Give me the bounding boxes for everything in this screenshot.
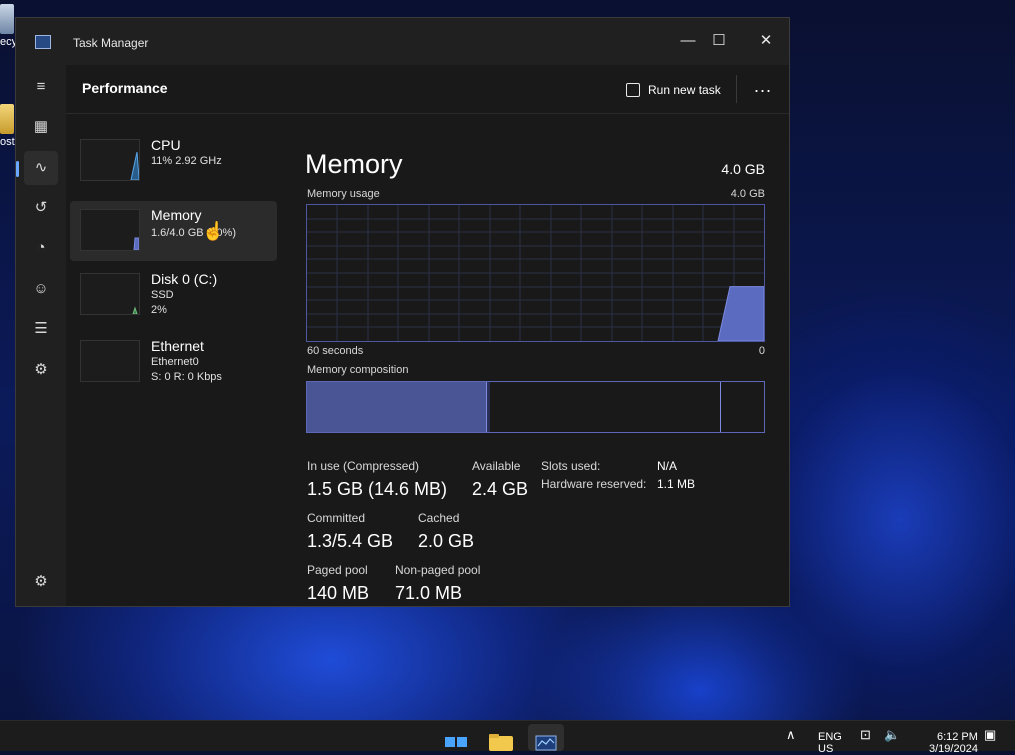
detail-title: Memory [305,149,403,179]
device-detail-secondary: 2% [151,304,167,316]
performance-icon[interactable]: ∿ [24,151,58,185]
device-name: Ethernet [151,338,204,354]
graph-time-start-label: 60 seconds [307,345,364,357]
notification-icon[interactable]: ▣ [984,727,996,743]
non-paged-pool-value: 71.0 MB [395,583,463,603]
windows-logo-icon [445,737,467,747]
device-item-ethernet[interactable]: Ethernet Ethernet0 S: 0 R: 0 Kbps [70,332,277,392]
locale-label: US [818,743,834,755]
paged-pool-label: Paged pool [307,563,368,577]
memory-composition-label: Memory composition [307,364,409,376]
date-label: 3/19/2024 [929,743,978,755]
folder-icon [0,104,14,134]
task-manager-icon [535,735,557,751]
cached-value: 2.0 GB [418,531,475,551]
hamburger-menu-icon[interactable]: ≡ [24,70,58,104]
desktop-icon-label: ost [0,136,15,148]
device-detail: Ethernet0 [151,356,199,368]
details-icon[interactable]: ☰ [24,312,58,346]
window-title: Task Manager [73,36,149,50]
language-label: ENG [818,731,842,743]
device-name: Disk 0 (C:) [151,271,218,287]
main-content: Performance Run new task ... CPU 11% 2.9… [66,65,789,606]
paged-pool-value: 140 MB [307,583,370,603]
run-new-task-button[interactable]: Run new task [626,79,721,101]
title-bar[interactable]: Task Manager — ☐ ✕ [16,18,789,65]
device-name: CPU [151,137,181,153]
more-options-button[interactable]: ... [748,77,778,101]
file-explorer-button[interactable] [483,724,519,751]
page-title: Performance [82,80,168,96]
nav-selection-indicator [16,161,19,177]
taskbar: ∧ ENG US ⊡ 🔈 6:12 PM 3/19/2024 ▣ [0,720,1015,755]
hardware-reserved-value: 1.1 MB [657,477,696,491]
maximize-button[interactable]: ☐ [704,26,734,56]
device-detail: SSD [151,289,174,301]
desktop-icon-label: ecy [0,36,16,48]
close-button[interactable]: ✕ [751,26,781,56]
app-history-icon[interactable]: ↺ [24,191,58,225]
minimize-button[interactable]: — [673,26,703,56]
device-detail: 11% 2.92 GHz [151,155,222,167]
cpu-thumbnail-graph [80,139,140,181]
available-value: 2.4 GB [472,479,529,499]
time-label: 6:12 PM [936,731,978,743]
start-button[interactable] [438,724,474,751]
committed-value: 1.3/5.4 GB [307,531,394,551]
memory-usage-max: 4.0 GB [730,188,765,200]
task-manager-taskbar-button[interactable] [528,724,564,751]
detail-total-capacity: 4.0 GB [721,161,765,177]
committed-label: Committed [307,511,366,525]
show-hidden-icons-button[interactable]: ∧ [786,727,796,743]
settings-icon[interactable]: ⚙ [24,565,58,599]
slots-used-label: Slots used: [541,459,601,473]
device-item-cpu[interactable]: CPU 11% 2.92 GHz [70,131,277,191]
memory-usage-graph [306,204,765,342]
composition-standby-divider [720,382,721,432]
in-use-label: In use (Compressed) [307,459,420,473]
clock[interactable]: 6:12 PM 3/19/2024 [929,731,978,755]
composition-modified-segment [486,382,490,432]
hardware-reserved-label: Hardware reserved: [541,477,647,491]
memory-thumbnail-graph [80,209,140,251]
navigation-rail: ≡ ▦ ∿ ↺ ◔ ☺ ☰ ⚙ ⚙ [16,65,66,606]
recycle-bin-icon [0,4,14,34]
composition-in-use-segment [307,382,490,432]
run-task-icon [626,83,640,97]
cached-label: Cached [418,511,460,525]
task-manager-app-icon [35,35,51,49]
network-icon[interactable]: ⊡ [860,727,871,743]
volume-icon[interactable]: 🔈 [884,727,900,743]
in-use-value: 1.5 GB (14.6 MB) [307,479,448,499]
ethernet-thumbnail-graph [80,340,140,382]
disk-thumbnail-graph [80,273,140,315]
users-icon[interactable]: ☺ [24,272,58,306]
startup-apps-icon[interactable]: ◔ [24,231,58,265]
task-manager-window: Task Manager — ☐ ✕ ≡ ▦ ∿ ↺ ◔ ☺ ☰ ⚙ ⚙ Per… [16,18,789,606]
available-label: Available [472,459,521,473]
device-detail-secondary: S: 0 R: 0 Kbps [151,371,222,383]
folder-icon [489,734,513,751]
language-indicator[interactable]: ENG US [818,731,842,755]
memory-composition-bar [306,381,765,433]
non-paged-pool-label: Non-paged pool [395,563,481,577]
command-bar: Performance Run new task ... [66,65,789,114]
command-divider [736,75,737,103]
desktop-icon-recycle-bin[interactable]: ecy [0,4,16,48]
services-icon[interactable]: ⚙ [24,353,58,387]
desktop-icon-folder[interactable]: ost [0,104,15,148]
memory-usage-area [717,286,764,341]
device-item-memory[interactable]: Memory 1.6/4.0 GB (40%) ☝ [70,201,277,261]
processes-icon[interactable]: ▦ [24,110,58,144]
device-name: Memory [151,207,202,223]
device-item-disk[interactable]: Disk 0 (C:) SSD 2% [70,265,277,325]
memory-usage-label: Memory usage [307,188,380,200]
hand-cursor-icon: ☝ [202,221,225,241]
graph-time-end-label: 0 [758,345,765,357]
run-new-task-label: Run new task [648,83,721,97]
slots-used-value: N/A [657,459,678,473]
